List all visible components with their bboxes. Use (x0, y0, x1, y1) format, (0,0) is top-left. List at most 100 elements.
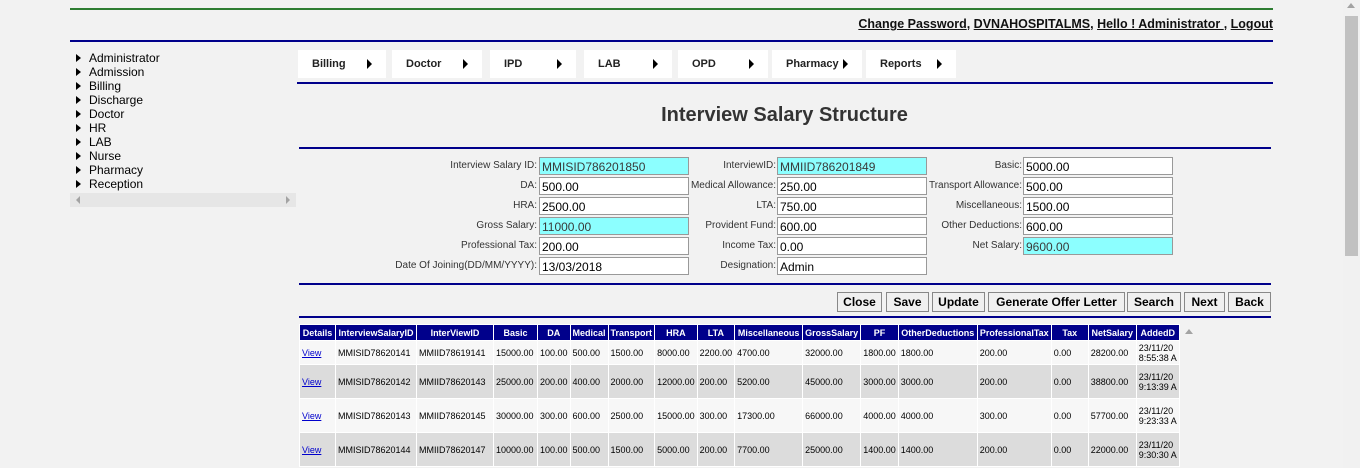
medical-allowance-field[interactable]: 250.00 (777, 177, 927, 195)
menu-divider (297, 82, 1273, 84)
menu-reports[interactable]: Reports (866, 50, 956, 78)
submenu-arrow-icon (937, 59, 942, 69)
page-title: Interview Salary Structure (661, 104, 908, 126)
generate-offer-letter-button[interactable]: Generate Offer Letter (988, 292, 1125, 312)
miscellaneous-label: Miscellaneous: (955, 200, 1022, 211)
cell-medical: 500.00 (569, 340, 609, 365)
view-link[interactable]: View (302, 411, 321, 421)
cell-salary-id: MMISID78620143 (335, 398, 417, 433)
column-header: Transport (607, 324, 656, 341)
view-link[interactable]: View (302, 348, 321, 358)
lta-field[interactable]: 750.00 (777, 197, 927, 215)
column-header: InterviewSalaryID (335, 324, 417, 341)
grid-top-divider (299, 316, 1271, 318)
scroll-left-icon[interactable] (76, 196, 80, 204)
view-link[interactable]: View (302, 377, 321, 387)
sidebar-item-discharge[interactable]: Discharge (70, 93, 296, 107)
cell-hra: 12000.00 (654, 364, 698, 399)
header-separator: , (966, 17, 974, 31)
cell-professional-tax: 200.00 (976, 340, 1052, 365)
gross-salary-field[interactable]: 11000.00 (539, 217, 689, 235)
menu-doctor[interactable]: Doctor (392, 50, 482, 78)
column-header: InterViewID (416, 324, 494, 341)
hospital-link[interactable]: DVNAHOSPITALMS (974, 17, 1090, 31)
cell-other-deductions: 3000.00 (897, 364, 978, 399)
sidebar-item-reception[interactable]: Reception (70, 177, 296, 191)
page-vertical-scrollbar[interactable] (1343, 0, 1360, 468)
sidebar-item-lab[interactable]: LAB (70, 135, 296, 149)
menu-opd[interactable]: OPD (678, 50, 768, 78)
added-time: 8:55:38 A (1138, 352, 1177, 363)
designation-field[interactable]: Admin (777, 257, 927, 275)
sidebar-item-billing[interactable]: Billing (70, 79, 296, 93)
menu-pharmacy[interactable]: Pharmacy (772, 50, 862, 78)
interview-id-field[interactable]: MMIID786201849 (777, 157, 927, 175)
net-salary-field[interactable]: 9600.00 (1023, 237, 1173, 255)
cell-misc: 7700.00 (734, 432, 804, 467)
submenu-arrow-icon (463, 59, 468, 69)
scroll-right-icon[interactable] (286, 196, 290, 204)
sidebar-item-administrator[interactable]: Administrator (70, 51, 296, 65)
cell-pf: 1400.00 (860, 432, 899, 467)
sidebar-item-nurse[interactable]: Nurse (70, 149, 296, 163)
cell-added-date: 23/11/20 8:55:38 A (1135, 340, 1180, 365)
logout-link[interactable]: Logout (1231, 17, 1273, 31)
sidebar-item-label: Doctor (89, 107, 125, 121)
cell-tax: 0.00 (1050, 340, 1089, 365)
menu-billing[interactable]: Billing (298, 50, 386, 78)
menu-lab[interactable]: LAB (584, 50, 672, 78)
date-of-joining-label: Date Of Joining(DD/MM/YYYY): (395, 260, 537, 271)
sidebar-item-hr[interactable]: HR (70, 121, 296, 135)
professional-tax-field[interactable]: 200.00 (539, 237, 689, 255)
scroll-up-icon[interactable] (1347, 3, 1355, 8)
search-button[interactable]: Search (1127, 292, 1181, 312)
cell-net-salary: 22000.00 (1087, 432, 1137, 467)
sidebar-item-pharmacy[interactable]: Pharmacy (70, 163, 296, 177)
cell-pf: 3000.00 (860, 364, 899, 399)
close-button[interactable]: Close (837, 292, 882, 312)
da-field[interactable]: 500.00 (539, 177, 689, 195)
cell-da: 100.00 (537, 340, 571, 365)
cell-misc: 17300.00 (734, 398, 804, 433)
scrollbar-thumb[interactable] (1345, 16, 1358, 256)
next-button[interactable]: Next (1184, 292, 1225, 312)
expand-arrow-icon (76, 68, 81, 76)
cell-added-date: 23/11/20 9:30:30 A (1135, 432, 1180, 467)
view-link[interactable]: View (302, 445, 321, 455)
sidebar-item-doctor[interactable]: Doctor (70, 107, 296, 121)
menu-ipd[interactable]: IPD (490, 50, 576, 78)
date-of-joining-field[interactable]: 13/03/2018 (539, 257, 689, 275)
sidebar-item-label: Admission (89, 65, 145, 79)
user-greeting-link[interactable]: Hello ! Administrator (1097, 17, 1224, 31)
income-tax-label: Income Tax: (722, 240, 776, 251)
income-tax-field[interactable]: 0.00 (777, 237, 927, 255)
column-header: Miscellaneous (734, 324, 804, 341)
change-password-link[interactable]: Change Password (858, 17, 966, 31)
back-button[interactable]: Back (1228, 292, 1271, 312)
update-button[interactable]: Update (932, 292, 985, 312)
medical-allowance-label: Medical Allowance: (690, 180, 776, 191)
expand-arrow-icon (76, 166, 81, 174)
submenu-arrow-icon (653, 59, 658, 69)
cell-tax: 0.00 (1050, 432, 1089, 467)
sidebar-item-admission[interactable]: Admission (70, 65, 296, 79)
column-header: Tax (1050, 324, 1089, 341)
sidebar-horizontal-scrollbar[interactable] (70, 193, 296, 207)
hra-field[interactable]: 2500.00 (539, 197, 689, 215)
sidebar-item-label: Billing (89, 79, 122, 93)
interview-salary-id-field[interactable]: MMISID786201850 (539, 157, 689, 175)
transport-allowance-field[interactable]: 500.00 (1023, 177, 1173, 195)
basic-field[interactable]: 5000.00 (1023, 157, 1173, 175)
grid-vertical-scrollbar[interactable] (1182, 324, 1196, 468)
cell-salary-id: MMISID78620142 (335, 364, 417, 399)
cell-lta: 300.00 (696, 398, 736, 433)
miscellaneous-field[interactable]: 1500.00 (1023, 197, 1173, 215)
cell-gross: 25000.00 (802, 432, 862, 467)
other-deductions-field[interactable]: 600.00 (1023, 217, 1173, 235)
column-header: AddedD (1135, 324, 1180, 341)
cell-salary-id: MMISID78620144 (335, 432, 417, 467)
scroll-up-icon[interactable] (1185, 329, 1193, 334)
provident-fund-field[interactable]: 600.00 (777, 217, 927, 235)
sidebar-item-label: LAB (89, 135, 112, 149)
save-button[interactable]: Save (886, 292, 929, 312)
